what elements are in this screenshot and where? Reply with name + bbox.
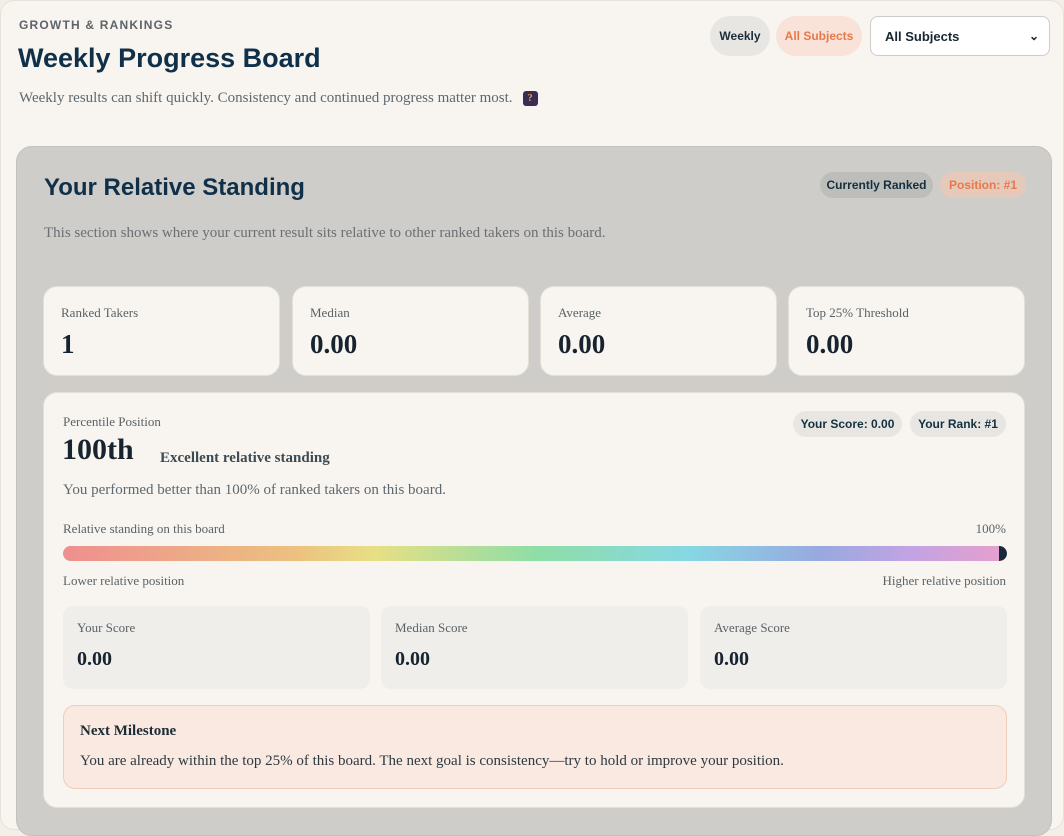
- score-label: Average Score: [714, 620, 790, 635]
- section-title: Your Relative Standing: [44, 174, 305, 201]
- standing-marker: [999, 546, 1007, 561]
- subtitle-text: Weekly results can shift quickly. Consis…: [19, 90, 513, 106]
- stat-value: 1: [61, 329, 75, 359]
- subtitle: Weekly results can shift quickly. Consis…: [19, 90, 538, 107]
- stat-label: Median: [310, 305, 350, 320]
- subject-select[interactable]: All Subjects ⌄: [870, 16, 1050, 56]
- speech-bubble-question-icon[interactable]: ?: [522, 91, 538, 106]
- stat-value: 0.00: [806, 329, 854, 359]
- stat-value: 0.00: [558, 329, 606, 359]
- bar-value-label: 100%: [975, 521, 1006, 536]
- milestone-title: Next Milestone: [80, 723, 177, 739]
- percentile-descriptor: Excellent relative standing: [160, 450, 330, 466]
- position-badge: Position: #1: [940, 172, 1026, 198]
- stat-card-top25-threshold: Top 25% Threshold 0.00: [788, 286, 1025, 376]
- page-title: Weekly Progress Board: [18, 43, 321, 73]
- stat-card-average: Average 0.00: [540, 286, 777, 376]
- section-description: This section shows where your current re…: [44, 225, 606, 241]
- standing-gradient-bar: [63, 546, 1007, 561]
- percentile-card: Percentile Position 100th Excellent rela…: [43, 392, 1025, 808]
- percentile-label: Percentile Position: [63, 414, 161, 429]
- score-value: 0.00: [77, 648, 112, 670]
- stat-value: 0.00: [310, 329, 358, 359]
- your-rank-badge: Your Rank: #1: [910, 411, 1006, 437]
- stat-card-ranked-takers: Ranked Takers 1: [43, 286, 280, 376]
- score-box-median-score: Median Score 0.00: [381, 606, 688, 689]
- bar-caption: Relative standing on this board: [63, 521, 225, 536]
- your-score-badge: Your Score: 0.00: [793, 411, 902, 437]
- subject-select-value: All Subjects: [885, 28, 960, 44]
- score-label: Median Score: [395, 620, 468, 635]
- status-badge: Currently Ranked: [820, 172, 933, 198]
- next-milestone-panel: Next Milestone You are already within th…: [63, 705, 1007, 789]
- eyebrow-label: GROWTH & RANKINGS: [19, 18, 174, 32]
- score-box-your-score: Your Score 0.00: [63, 606, 370, 689]
- weekly-filter-button[interactable]: Weekly: [710, 16, 770, 56]
- score-value: 0.00: [395, 648, 430, 670]
- milestone-text: You are already within the top 25% of th…: [80, 753, 784, 769]
- all-subjects-filter-button[interactable]: All Subjects: [776, 16, 862, 56]
- stat-card-median: Median 0.00: [292, 286, 529, 376]
- progress-board: GROWTH & RANKINGS Weekly Progress Board …: [0, 0, 1064, 836]
- relative-standing-section: Your Relative Standing Currently Ranked …: [16, 146, 1052, 836]
- score-label: Your Score: [77, 620, 136, 635]
- stat-label: Average: [558, 305, 602, 320]
- percentile-sentence: You performed better than 100% of ranked…: [63, 482, 446, 498]
- percentile-value: 100th: [62, 433, 134, 466]
- score-box-average-score: Average Score 0.00: [700, 606, 1007, 689]
- bar-high-label: Higher relative position: [882, 573, 1006, 588]
- chevron-down-icon: ⌄: [1028, 29, 1039, 43]
- stat-label: Top 25% Threshold: [806, 305, 909, 320]
- bar-low-label: Lower relative position: [63, 573, 185, 588]
- score-value: 0.00: [714, 648, 749, 670]
- stat-label: Ranked Takers: [61, 305, 139, 320]
